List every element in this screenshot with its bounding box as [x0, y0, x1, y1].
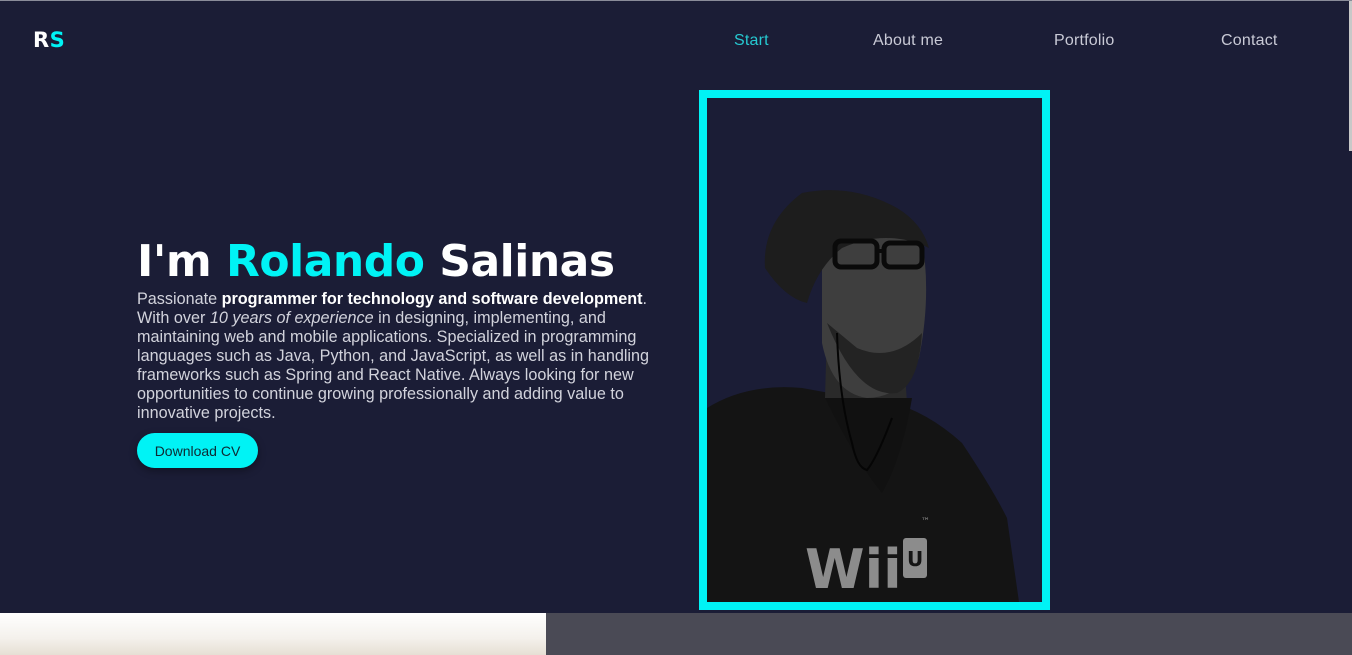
hero-desc-bold: programmer for technology and software d… — [221, 290, 643, 308]
top-border — [0, 0, 1352, 1]
hero-first-name: Rolando — [226, 236, 425, 287]
hero-title: I'm Rolando Salinas — [137, 236, 615, 287]
profile-photo: Wii U ™ — [707, 190, 1019, 602]
shirt-logo-text: Wii — [805, 538, 902, 601]
download-cv-button[interactable]: Download CV — [137, 433, 258, 468]
nav-item-contact[interactable]: Contact — [1221, 32, 1278, 50]
hero-last-name: Salinas — [424, 236, 615, 287]
hero-description: Passionate programmer for technology and… — [137, 290, 657, 423]
profile-photo-frame: Wii U ™ — [699, 90, 1050, 610]
next-section-panel — [546, 613, 1352, 655]
hero-title-prefix: I'm — [137, 236, 227, 287]
main-nav: Start About me Portfolio Contact — [0, 32, 1352, 56]
shirt-logo-badge-letter: U — [907, 547, 923, 571]
nav-item-start[interactable]: Start — [734, 32, 769, 50]
hero-desc-part-1: Passionate — [137, 290, 222, 308]
nav-item-portfolio[interactable]: Portfolio — [1054, 32, 1115, 50]
nav-item-about-me[interactable]: About me — [873, 32, 943, 50]
shirt-logo-trademark: ™ — [921, 517, 930, 527]
hero-desc-italic: 10 years of experience — [209, 309, 374, 327]
next-section-image — [0, 613, 546, 655]
page: RS Start About me Portfolio Contact I'm … — [0, 0, 1352, 655]
